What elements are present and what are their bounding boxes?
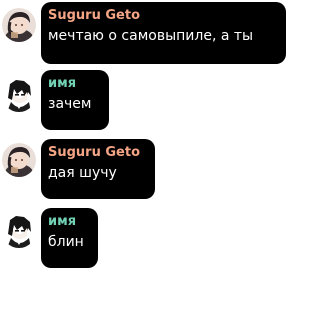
message-text: мечтаю о самовыпиле, а ты [48, 28, 254, 44]
sender-name[interactable]: имя [48, 213, 90, 230]
geto-avatar-icon[interactable] [2, 8, 36, 42]
message: Suguru Geto мечтаю о самовыпиле, а ты [0, 2, 287, 64]
message-text: дая шучу [48, 165, 117, 181]
message-bubble[interactable]: Suguru Geto дая шучу [41, 139, 155, 199]
chat-log: Suguru Geto мечтаю о самовыпиле, а ты им… [0, 0, 287, 320]
imya-avatar-icon[interactable] [2, 214, 36, 248]
message: имя блин [0, 208, 287, 268]
sender-name[interactable]: имя [48, 75, 101, 92]
message-bubble[interactable]: Suguru Geto мечтаю о самовыпиле, а ты [41, 2, 286, 64]
sender-name[interactable]: Suguru Geto [48, 144, 147, 161]
message-text: блин [48, 234, 84, 250]
message-text: зачем [48, 96, 92, 112]
message: имя зачем [0, 70, 287, 130]
geto-avatar-icon[interactable] [2, 143, 36, 177]
imya-avatar-icon[interactable] [2, 78, 36, 112]
message-bubble[interactable]: имя зачем [41, 70, 109, 130]
sender-name[interactable]: Suguru Geto [48, 7, 278, 24]
message-bubble[interactable]: имя блин [41, 208, 98, 268]
message: Suguru Geto дая шучу [0, 139, 287, 199]
